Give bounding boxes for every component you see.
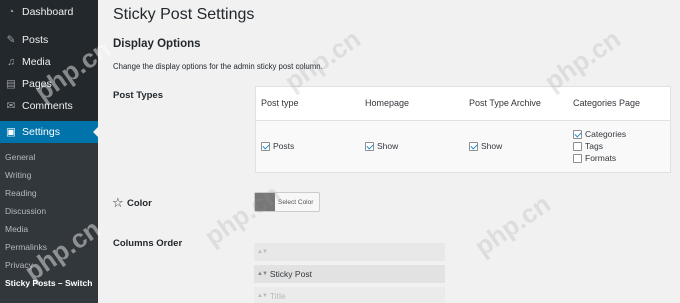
menu-item-settings[interactable]: ▣ Settings bbox=[0, 121, 99, 143]
col-header-post-type: Post type bbox=[261, 98, 299, 108]
column-order-item-empty[interactable]: ▲▼ bbox=[254, 243, 445, 261]
formats-checkbox-label: Formats bbox=[585, 153, 617, 163]
archive-show-checkbox[interactable] bbox=[469, 141, 478, 151]
drag-handle-icon[interactable]: ▲▼ bbox=[257, 271, 268, 277]
main-content: Sticky Post Settings Display Options Cha… bbox=[98, 0, 680, 303]
menu-item-comments[interactable]: ✉ Comments bbox=[0, 95, 98, 117]
menu-item-label: Posts bbox=[22, 34, 49, 46]
tags-checkbox-label: Tags bbox=[585, 141, 603, 151]
media-icon: ♫ bbox=[7, 56, 15, 68]
color-label: Color bbox=[127, 198, 152, 209]
homepage-show-checkbox[interactable] bbox=[365, 141, 374, 151]
star-icon: ☆ bbox=[112, 195, 124, 210]
menu-item-label: Pages bbox=[22, 78, 52, 90]
submenu-discussion[interactable]: Discussion bbox=[5, 206, 46, 216]
categories-checkbox[interactable] bbox=[573, 129, 582, 139]
post-types-label: Post Types bbox=[113, 90, 163, 101]
drag-handle-icon[interactable]: ▲▼ bbox=[257, 249, 268, 255]
posts-checkbox-label: Posts bbox=[273, 141, 295, 151]
homepage-checkbox-row[interactable]: Show bbox=[365, 141, 398, 151]
submenu-general[interactable]: General bbox=[5, 152, 35, 162]
column-order-item-label: Title bbox=[269, 291, 286, 301]
select-color-button[interactable]: Select Color bbox=[254, 192, 320, 212]
archive-checkbox-label: Show bbox=[481, 141, 503, 151]
submenu-sticky-posts[interactable]: Sticky Posts – Switch bbox=[5, 278, 92, 288]
drag-handle-icon[interactable]: ▲▼ bbox=[257, 293, 268, 299]
categories-checkbox-label: Categories bbox=[585, 129, 627, 139]
col-header-categories: Categories Page bbox=[573, 98, 641, 108]
tags-checkbox-row[interactable]: Tags bbox=[573, 141, 603, 151]
comments-icon: ✉ bbox=[6, 100, 16, 112]
submenu-writing[interactable]: Writing bbox=[5, 170, 31, 180]
pin-icon: ✎ bbox=[6, 34, 16, 46]
formats-checkbox-row[interactable]: Formats bbox=[573, 153, 616, 163]
submenu-reading[interactable]: Reading bbox=[5, 188, 37, 198]
archive-checkbox-row[interactable]: Show bbox=[469, 141, 502, 151]
column-order-item-title[interactable]: ▲▼ Title bbox=[254, 287, 445, 303]
menu-item-media[interactable]: ♫ Media bbox=[0, 51, 98, 73]
col-header-archive: Post Type Archive bbox=[469, 98, 541, 108]
menu-item-label: Dashboard bbox=[22, 6, 74, 18]
col-header-homepage: Homepage bbox=[365, 98, 410, 108]
formats-checkbox[interactable] bbox=[573, 153, 582, 163]
post-types-table: Post type Homepage Post Type Archive Cat… bbox=[255, 86, 671, 173]
menu-item-posts[interactable]: ✎ Posts bbox=[0, 29, 98, 51]
section-title: Display Options bbox=[113, 38, 201, 50]
settings-icon: ▣ bbox=[6, 126, 16, 138]
admin-sidebar: ◔ Dashboard ✎ Posts ♫ Media ▤ Pages ✉ Co… bbox=[0, 0, 99, 303]
menu-item-label: Settings bbox=[22, 126, 60, 138]
submenu-media[interactable]: Media bbox=[5, 224, 28, 234]
posts-checkbox[interactable] bbox=[261, 141, 270, 151]
select-color-label: Select Color bbox=[278, 198, 314, 206]
posts-checkbox-row[interactable]: Posts bbox=[261, 141, 294, 151]
columns-order-label: Columns Order bbox=[113, 238, 183, 249]
submenu-permalinks[interactable]: Permalinks bbox=[5, 242, 47, 252]
section-description: Change the display options for the admin… bbox=[113, 62, 323, 71]
pages-icon: ▤ bbox=[6, 78, 16, 90]
submenu-privacy[interactable]: Privacy bbox=[5, 260, 33, 270]
column-order-item-sticky-post[interactable]: ▲▼ Sticky Post bbox=[254, 265, 445, 283]
column-order-item-label: Sticky Post bbox=[269, 269, 312, 279]
menu-item-pages[interactable]: ▤ Pages bbox=[0, 73, 98, 95]
dashboard-icon: ◔ bbox=[7, 6, 15, 18]
menu-item-dashboard[interactable]: ◔ Dashboard bbox=[0, 1, 98, 23]
homepage-checkbox-label: Show bbox=[377, 141, 399, 151]
categories-checkbox-row[interactable]: Categories bbox=[573, 129, 626, 139]
page-title: Sticky Post Settings bbox=[113, 6, 255, 23]
tags-checkbox[interactable] bbox=[573, 141, 582, 151]
color-swatch bbox=[255, 193, 275, 211]
menu-item-label: Media bbox=[22, 56, 51, 68]
menu-item-label: Comments bbox=[22, 100, 73, 112]
